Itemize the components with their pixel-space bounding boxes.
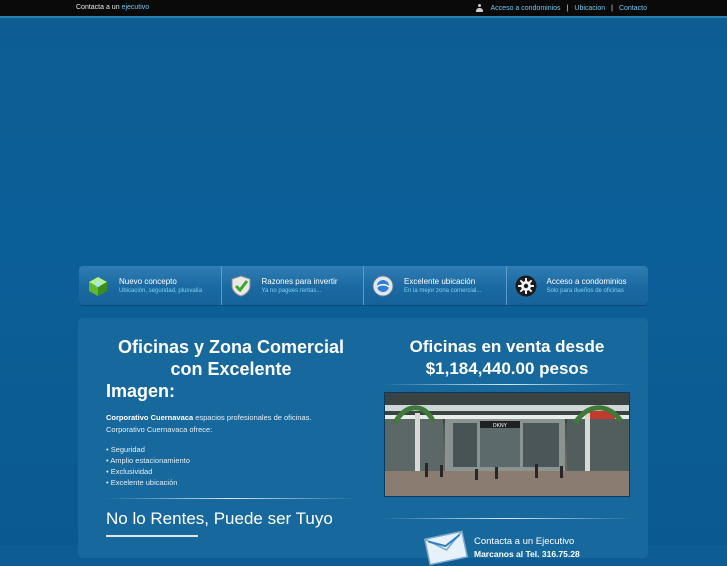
mall-illustration: DKNY — [385, 393, 629, 496]
contact-executive-button[interactable]: Contacta a un Ejecutivo Marcanos al Tel.… — [423, 530, 626, 566]
nav-item-title: Razones para invertir — [261, 277, 338, 286]
cube-icon — [87, 275, 109, 297]
slogan: No lo Rentes, Puede ser Tuyo — [106, 509, 333, 528]
intro-column: Oficinas y Zona Comercial con Excelente … — [106, 336, 356, 537]
divider — [382, 518, 632, 519]
nav-item-subtitle: En la mejor zona comercial... — [404, 288, 482, 294]
list-item: • Seguridad — [106, 445, 145, 454]
contact-prefix: Contacta a un — [76, 4, 120, 11]
separator: | — [566, 4, 569, 12]
location-link[interactable]: Ubicacion — [574, 5, 605, 12]
feature-nav: Nuevo concepto Ubicación, seguridad, plu… — [79, 266, 648, 305]
heading-line: Oficinas en venta desde — [409, 337, 605, 356]
slogan-underline — [106, 535, 198, 537]
gear-icon — [515, 275, 537, 297]
user-icon — [475, 4, 483, 12]
intro-text: espacios profesionales de oficinas. — [193, 413, 312, 422]
feature-list: • Seguridad • Amplio estacionamiento • E… — [106, 444, 356, 488]
contact-link[interactable]: Contacto — [619, 5, 647, 12]
divider — [106, 498, 356, 499]
nav-item-title: Nuevo concepto — [119, 277, 177, 286]
list-item: • Excelente ubicación — [106, 478, 178, 487]
envelope-icon — [423, 530, 469, 566]
nav-item-condominium-access[interactable]: Acceso a condominios Solo para dueños de… — [505, 266, 649, 305]
list-item: • Exclusividad — [106, 467, 153, 476]
nav-item-subtitle: Ya no pagues rentas... — [261, 288, 322, 294]
store-sign: DKNY — [493, 423, 508, 429]
separator: | — [611, 4, 613, 12]
heading-line: Imagen: — [106, 381, 176, 401]
divider — [382, 384, 632, 385]
main-heading: Oficinas y Zona Comercial con Excelente … — [106, 336, 356, 402]
intro-paragraph: Corporativo Cuernavaca espacios profesio… — [106, 412, 356, 436]
contact-title: Contacta a un Ejecutivo — [474, 536, 575, 547]
nav-item-title: Excelente ubicación — [404, 277, 476, 286]
top-links: Acceso a condominios | Ubicacion | Conta… — [475, 4, 647, 12]
nav-item-location[interactable]: Excelente ubicación En la mejor zona com… — [363, 266, 506, 305]
shield-check-icon — [230, 274, 252, 297]
nav-item-subtitle: Solo para dueños de oficinas — [546, 288, 624, 294]
intro-text: Corporativo Cuernavaca ofrece: — [106, 425, 213, 434]
location-icon — [372, 275, 394, 297]
nav-item-title: Acceso a condominios — [546, 277, 627, 286]
nav-item-reasons[interactable]: Razones para invertir Ya no pagues renta… — [220, 266, 364, 305]
nav-item-new-concept[interactable]: Nuevo concepto Ubicación, seguridad, plu… — [79, 266, 221, 305]
list-item: • Amplio estacionamiento — [106, 456, 190, 465]
sale-heading: Oficinas en venta desde $1,184,440.00 pe… — [382, 336, 632, 380]
contact-executive-text: Contacta a un ejecutivo — [76, 4, 149, 11]
company-name: Corporativo Cuernavaca — [106, 413, 194, 422]
top-bar: Contacta a un ejecutivo Acceso a condomi… — [0, 0, 727, 18]
nav-item-subtitle: Ubicación, seguridad, plusvalía — [119, 288, 203, 294]
heading-line: con Excelente — [170, 359, 292, 379]
price-text: $1,184,440.00 pesos — [425, 359, 589, 378]
heading-line: Oficinas y Zona Comercial — [117, 337, 345, 357]
contact-phone: Marcanos al Tel. 316.75.28 — [474, 549, 580, 559]
mall-photo: DKNY — [384, 392, 630, 497]
main-content-panel: Oficinas y Zona Comercial con Excelente … — [78, 318, 648, 566]
contact-executive-link[interactable]: ejecutivo — [122, 4, 150, 11]
sale-column: Oficinas en venta desde $1,184,440.00 pe… — [382, 336, 632, 566]
condominium-access-link[interactable]: Acceso a condominios — [491, 5, 561, 12]
